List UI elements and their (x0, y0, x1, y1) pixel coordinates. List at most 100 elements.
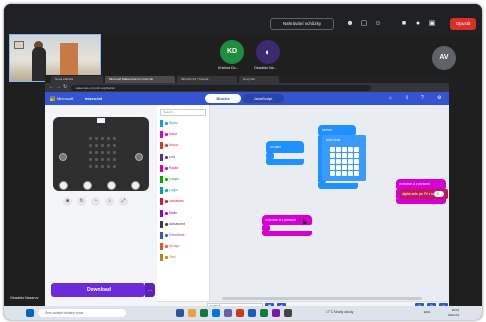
weather-widget[interactable]: 17°C Mostly cloudy (326, 310, 353, 314)
system-clock[interactable]: 19:04 2022-03 (448, 308, 459, 317)
led-cell[interactable] (336, 153, 341, 158)
help-icon[interactable]: ? (421, 95, 424, 102)
back-icon[interactable]: ← (49, 84, 54, 91)
home-icon[interactable]: ⌂ (389, 95, 392, 102)
record-button[interactable]: Nahrávání schůzky (270, 18, 334, 30)
sim-fullscreen-icon[interactable]: ⤢ (119, 197, 128, 206)
led-cell[interactable] (336, 171, 341, 176)
led-cell[interactable] (342, 171, 347, 176)
chat-icon[interactable]: ▢ (360, 20, 368, 28)
app-icon[interactable] (284, 309, 292, 317)
category-functions[interactable]: Functions (160, 231, 208, 240)
category-input[interactable]: Input (160, 130, 208, 139)
led-cell[interactable] (348, 147, 353, 152)
browser-tab[interactable]: Nová záložka (51, 76, 103, 83)
led-cell[interactable] (348, 153, 353, 158)
download-button[interactable]: Download (51, 283, 145, 297)
led-cell[interactable] (348, 171, 353, 176)
sim-stop-icon[interactable]: ■ (63, 197, 72, 206)
sim-mute-icon[interactable]: ♪ (105, 197, 114, 206)
led-cell[interactable] (354, 171, 359, 176)
leave-button[interactable]: Opustit (450, 18, 476, 30)
led-cell[interactable] (354, 165, 359, 170)
led-cell[interactable] (342, 153, 347, 158)
camera-icon[interactable]: ■ (400, 20, 408, 28)
url-field[interactable]: makecode.microbit.org/#editor (71, 84, 371, 91)
category-variables[interactable]: Variables (160, 197, 208, 206)
share-icon[interactable]: ⇪ (405, 95, 409, 102)
forward-icon[interactable]: → (56, 84, 61, 91)
led-cell[interactable] (336, 147, 341, 152)
sim-pin-2[interactable] (107, 181, 116, 190)
category-music[interactable]: Music (160, 141, 208, 150)
forever-block[interactable]: forever (318, 125, 356, 135)
reactions-icon[interactable]: ☺ (374, 20, 382, 28)
tab-blocks[interactable]: Blocks (205, 94, 241, 103)
microbit-simulator[interactable] (53, 117, 149, 191)
led-cell[interactable] (342, 165, 347, 170)
windows-start-icon[interactable] (26, 309, 34, 317)
category-dot-icon (165, 189, 168, 193)
blocks-workspace[interactable]: on start forever show leds on button A ▾… (210, 105, 449, 301)
category-advanced[interactable]: Advanced (160, 220, 208, 229)
file-explorer-icon[interactable] (188, 309, 196, 317)
language-indicator[interactable]: ENG (424, 310, 431, 314)
led-cell[interactable] (330, 165, 335, 170)
board-notch (97, 118, 105, 123)
sim-button-a[interactable] (59, 153, 67, 161)
led-cell[interactable] (354, 153, 359, 158)
led-cell[interactable] (330, 153, 335, 158)
led-cell[interactable] (348, 159, 353, 164)
task-view-icon[interactable] (176, 309, 184, 317)
sim-restart-icon[interactable]: ↻ (77, 197, 86, 206)
led-cell[interactable] (330, 171, 335, 176)
led-cell[interactable] (348, 165, 353, 170)
chrome-icon[interactable] (200, 309, 208, 317)
share-screen-icon[interactable]: ▣ (428, 20, 436, 28)
category-arrays[interactable]: Arrays (160, 242, 208, 251)
category-loops[interactable]: Loops (160, 175, 208, 184)
led-cell[interactable] (342, 159, 347, 164)
powerpoint-icon[interactable] (236, 309, 244, 317)
category-basic[interactable]: Basic (160, 119, 208, 128)
category-led[interactable]: Led (160, 153, 208, 162)
led-cell[interactable] (336, 165, 341, 170)
settings-gear-icon[interactable]: ⚙ (437, 95, 441, 102)
sim-pin-1[interactable] (83, 181, 92, 190)
category-dot-icon (165, 234, 168, 237)
tab-javascript[interactable]: JavaScript (242, 94, 284, 103)
workspace-scrollbar[interactable] (222, 297, 422, 300)
category-logic[interactable]: Logic (160, 186, 208, 195)
browser-tab[interactable]: Nový tab (239, 76, 279, 83)
excel-icon[interactable] (260, 309, 268, 317)
led-cell[interactable] (354, 159, 359, 164)
category-math[interactable]: Math (160, 209, 208, 218)
sim-pin-0[interactable] (59, 181, 68, 190)
people-icon[interactable]: ☻ (346, 20, 354, 28)
word-icon[interactable] (248, 309, 256, 317)
reload-icon[interactable]: ↻ (63, 84, 67, 91)
taskbar-search-input[interactable]: Sem zadejte hledaný výraz (38, 309, 126, 317)
digital-value-input[interactable]: 0 (434, 191, 444, 197)
edge-icon[interactable] (212, 309, 220, 317)
browser-tab[interactable]: Microbit V2 | Tutorial (177, 76, 237, 83)
microphone-icon[interactable]: ● (414, 20, 422, 28)
led-cell[interactable] (342, 147, 347, 152)
led-cell[interactable] (330, 147, 335, 152)
teams-icon[interactable] (224, 309, 232, 317)
category-radio[interactable]: Radio (160, 164, 208, 173)
toolbox-search-input[interactable]: Search... (160, 109, 206, 116)
on-button-pressed-block-2[interactable]: on button A ▾ pressed (396, 179, 446, 189)
download-more-icon[interactable]: … (145, 283, 155, 297)
led-cell[interactable] (330, 159, 335, 164)
sim-pin-3v[interactable] (131, 181, 140, 190)
sim-button-b[interactable] (135, 153, 143, 161)
show-leds-block[interactable]: show leds (322, 135, 366, 181)
on-start-block[interactable]: on start (266, 141, 304, 153)
led-cell[interactable] (354, 147, 359, 152)
browser-tab-active[interactable]: Microsoft MakeCode for micro:bit (105, 76, 175, 83)
onenote-icon[interactable] (272, 309, 280, 317)
sim-slowmo-icon[interactable]: ◔ (91, 197, 100, 206)
category-text[interactable]: Text (160, 253, 208, 262)
led-cell[interactable] (336, 159, 341, 164)
